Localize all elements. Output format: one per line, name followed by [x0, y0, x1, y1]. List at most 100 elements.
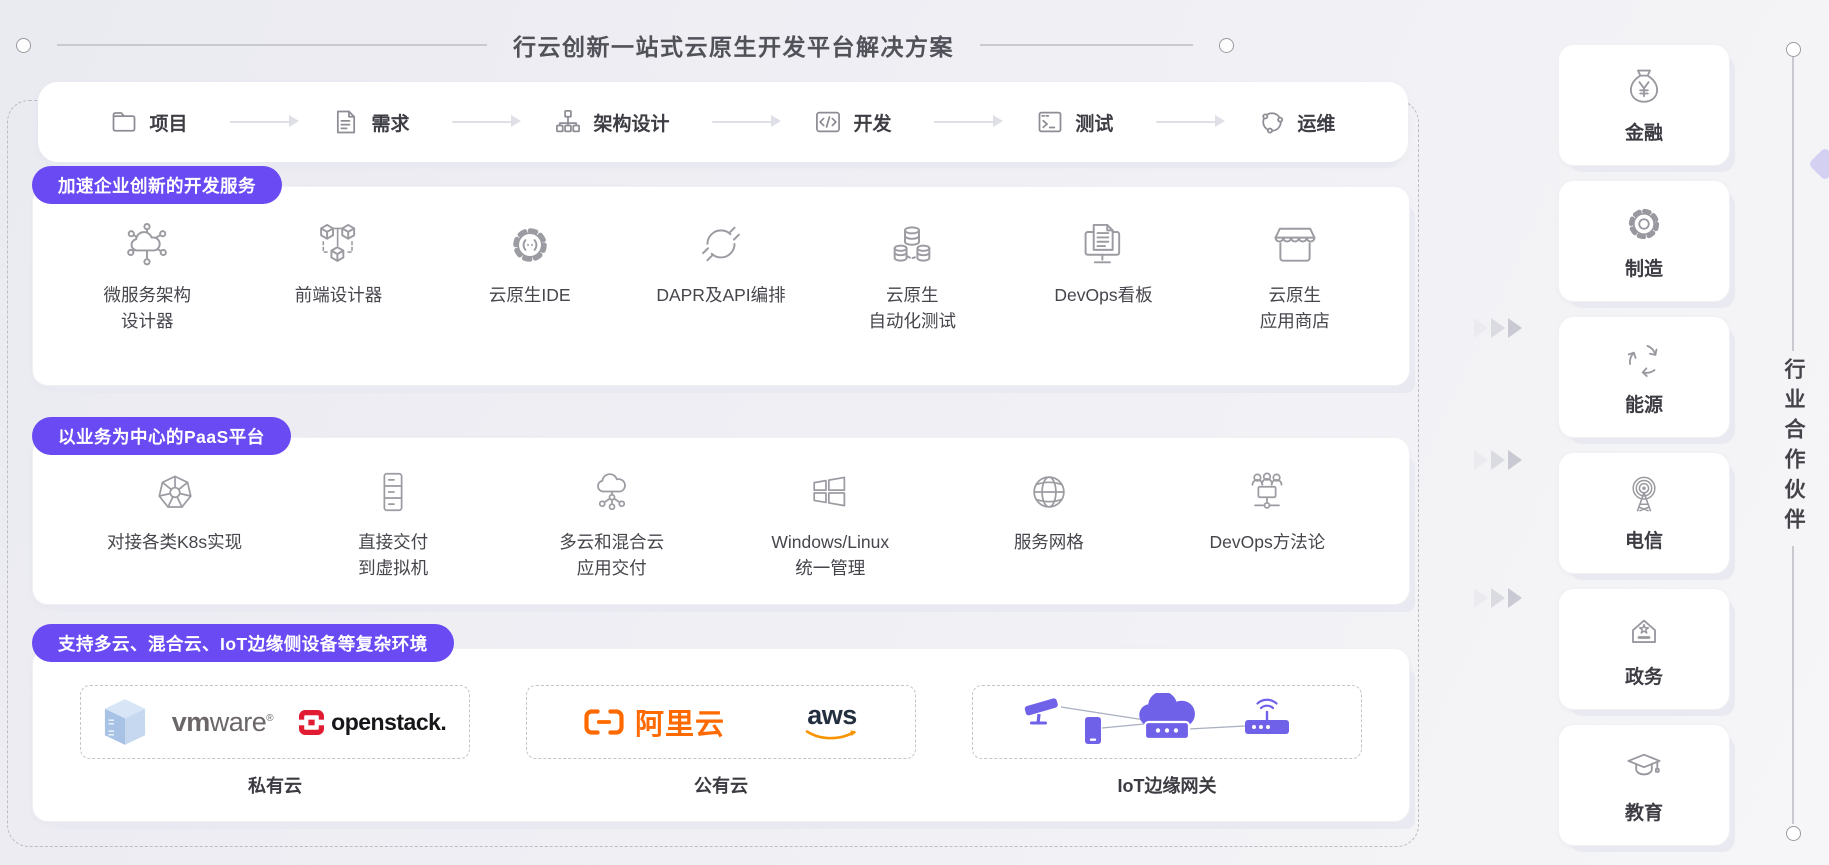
- rail-end-dot: [1786, 826, 1801, 841]
- service-item: 云原生 自动化测试: [823, 217, 1001, 335]
- panel-environments: vmware® openstack. 私有云 阿里云: [32, 648, 1410, 822]
- line-end-dot: [1219, 38, 1234, 53]
- graduation-cap-icon: [1622, 746, 1666, 790]
- industry-card-telecom: 电信: [1558, 452, 1730, 574]
- forward-arrows-icon: [1474, 588, 1522, 608]
- service-label: 多云和混合云: [559, 529, 664, 555]
- workflow-step-project: 项目: [110, 108, 187, 136]
- workflow-step-label: 架构设计: [593, 109, 669, 136]
- workflow-bar: 项目 需求 架构设计 开发 测试: [38, 82, 1408, 162]
- service-item: 服务网格: [960, 464, 1138, 555]
- env-group-public-cloud: 阿里云 aws 公有云: [526, 685, 916, 821]
- panel-paas: 对接各类K8s实现 直接交付 到虚拟机 多云和混合云 应用交付 Windows/…: [32, 437, 1410, 605]
- service-label: Windows/Linux: [771, 529, 889, 555]
- service-item: 前端设计器: [250, 217, 428, 308]
- workflow-step-requirements: 需求: [332, 108, 409, 136]
- env-group-private-cloud: vmware® openstack. 私有云: [80, 685, 470, 821]
- service-item: DevOps看板: [1015, 217, 1193, 308]
- money-bag-icon: [1622, 66, 1666, 110]
- service-label: 前端设计器: [295, 282, 383, 308]
- flow-arrow-icon: [230, 121, 290, 124]
- recycle-icon: [1622, 338, 1666, 382]
- service-label: 应用商店: [1260, 308, 1330, 334]
- iot-devices-icon: [1017, 693, 1317, 751]
- service-mesh-globe-icon: [1026, 469, 1072, 515]
- industry-label: 能源: [1625, 390, 1663, 417]
- cloud-native-ide-icon: [504, 219, 556, 271]
- service-label: 服务网格: [1014, 529, 1084, 555]
- section-badge-paas: 以业务为中心的PaaS平台: [32, 417, 291, 455]
- frontend-designer-icon: [313, 219, 365, 271]
- signal-tower-icon: [1622, 474, 1666, 518]
- devops-board-icon: [1078, 219, 1130, 271]
- env-group-iot-gateway: IoT边缘网关: [972, 685, 1362, 821]
- cloud-native-testing-icon: [886, 219, 938, 271]
- aws-smile-icon: [805, 729, 859, 741]
- service-label: DAPR及API编排: [656, 282, 785, 308]
- terminal-icon: [1036, 108, 1064, 136]
- kubernetes-icon: [152, 469, 198, 515]
- service-label: 设计器: [121, 308, 174, 334]
- service-item: 直接交付 到虚拟机: [304, 464, 482, 582]
- industry-card-energy: 能源: [1558, 316, 1730, 438]
- service-label: 微服务架构: [104, 282, 192, 308]
- alibaba-cloud-mark-icon: [583, 708, 625, 736]
- industry-label: 政务: [1625, 662, 1663, 689]
- government-building-icon: [1622, 610, 1666, 654]
- workflow-step-label: 运维: [1297, 109, 1335, 136]
- industry-card-manufacturing: 制造: [1558, 180, 1730, 302]
- industry-card-education: 教育: [1558, 724, 1730, 846]
- service-item: 多云和混合云 应用交付: [523, 464, 701, 582]
- env-group-label: 公有云: [694, 772, 748, 798]
- flow-arrow-icon: [452, 121, 512, 124]
- forward-arrows-icon: [1474, 318, 1522, 338]
- openstack-logo: openstack.: [299, 709, 446, 736]
- document-icon: [332, 108, 360, 136]
- section-badge-environments: 支持多云、混合云、IoT边缘侧设备等复杂环境: [32, 624, 454, 662]
- workflow-step-label: 开发: [853, 109, 891, 136]
- virtual-machine-cube-icon: [104, 698, 146, 746]
- rail-line: [1792, 546, 1794, 824]
- folder-icon: [110, 108, 138, 136]
- header: 行云创新一站式云原生开发平台解决方案: [16, 28, 1234, 62]
- service-label: 统一管理: [795, 555, 865, 581]
- service-item: Windows/Linux 统一管理: [741, 464, 919, 582]
- service-item: 云原生 应用商店: [1206, 217, 1384, 335]
- ops-cycle-icon: [1258, 108, 1286, 136]
- service-label: DevOps看板: [1054, 282, 1152, 308]
- service-item: DevOps方法论: [1178, 464, 1356, 555]
- workflow-step-development: 开发: [814, 108, 891, 136]
- hierarchy-icon: [554, 108, 582, 136]
- server-rack-icon: [370, 469, 416, 515]
- flow-arrow-icon: [712, 121, 772, 124]
- multicloud-delivery-icon: [589, 469, 635, 515]
- devops-team-icon: [1244, 469, 1290, 515]
- industry-label: 电信: [1625, 526, 1663, 553]
- service-item: DAPR及API编排: [632, 217, 810, 308]
- page-title: 行云创新一站式云原生开发平台解决方案: [513, 28, 954, 62]
- industry-label: 金融: [1625, 118, 1663, 145]
- alibaba-cloud-logo: 阿里云: [583, 701, 725, 743]
- flow-arrow-icon: [1156, 121, 1216, 124]
- service-item: 云原生IDE: [441, 217, 619, 308]
- industry-card-government: 政务: [1558, 588, 1730, 710]
- dapr-api-orchestration-icon: [695, 219, 747, 271]
- windows-linux-icon: [807, 469, 853, 515]
- workflow-step-label: 需求: [371, 109, 409, 136]
- service-label: 云原生: [886, 282, 939, 308]
- title-rule-left: [57, 44, 487, 46]
- service-item: 微服务架构 设计器: [58, 217, 236, 335]
- gear-icon: [1622, 202, 1666, 246]
- service-label: 对接各类K8s实现: [107, 529, 242, 555]
- service-item: 对接各类K8s实现: [86, 464, 264, 555]
- private-cloud-logo-box: vmware® openstack.: [80, 685, 470, 759]
- forward-arrows-icon: [1474, 450, 1522, 470]
- public-cloud-logo-box: 阿里云 aws: [526, 685, 916, 759]
- industry-sidebar: 金融 制造 能源 电信 政务: [1558, 44, 1730, 846]
- service-label: 自动化测试: [869, 308, 957, 334]
- cloud-native-appstore-icon: [1269, 219, 1321, 271]
- partners-vertical-label: 行业合作伙伴: [1778, 358, 1808, 538]
- section-badge-dev-services: 加速企业创新的开发服务: [32, 166, 282, 204]
- industry-label: 教育: [1625, 798, 1663, 825]
- vmware-logo: vmware®: [172, 707, 273, 738]
